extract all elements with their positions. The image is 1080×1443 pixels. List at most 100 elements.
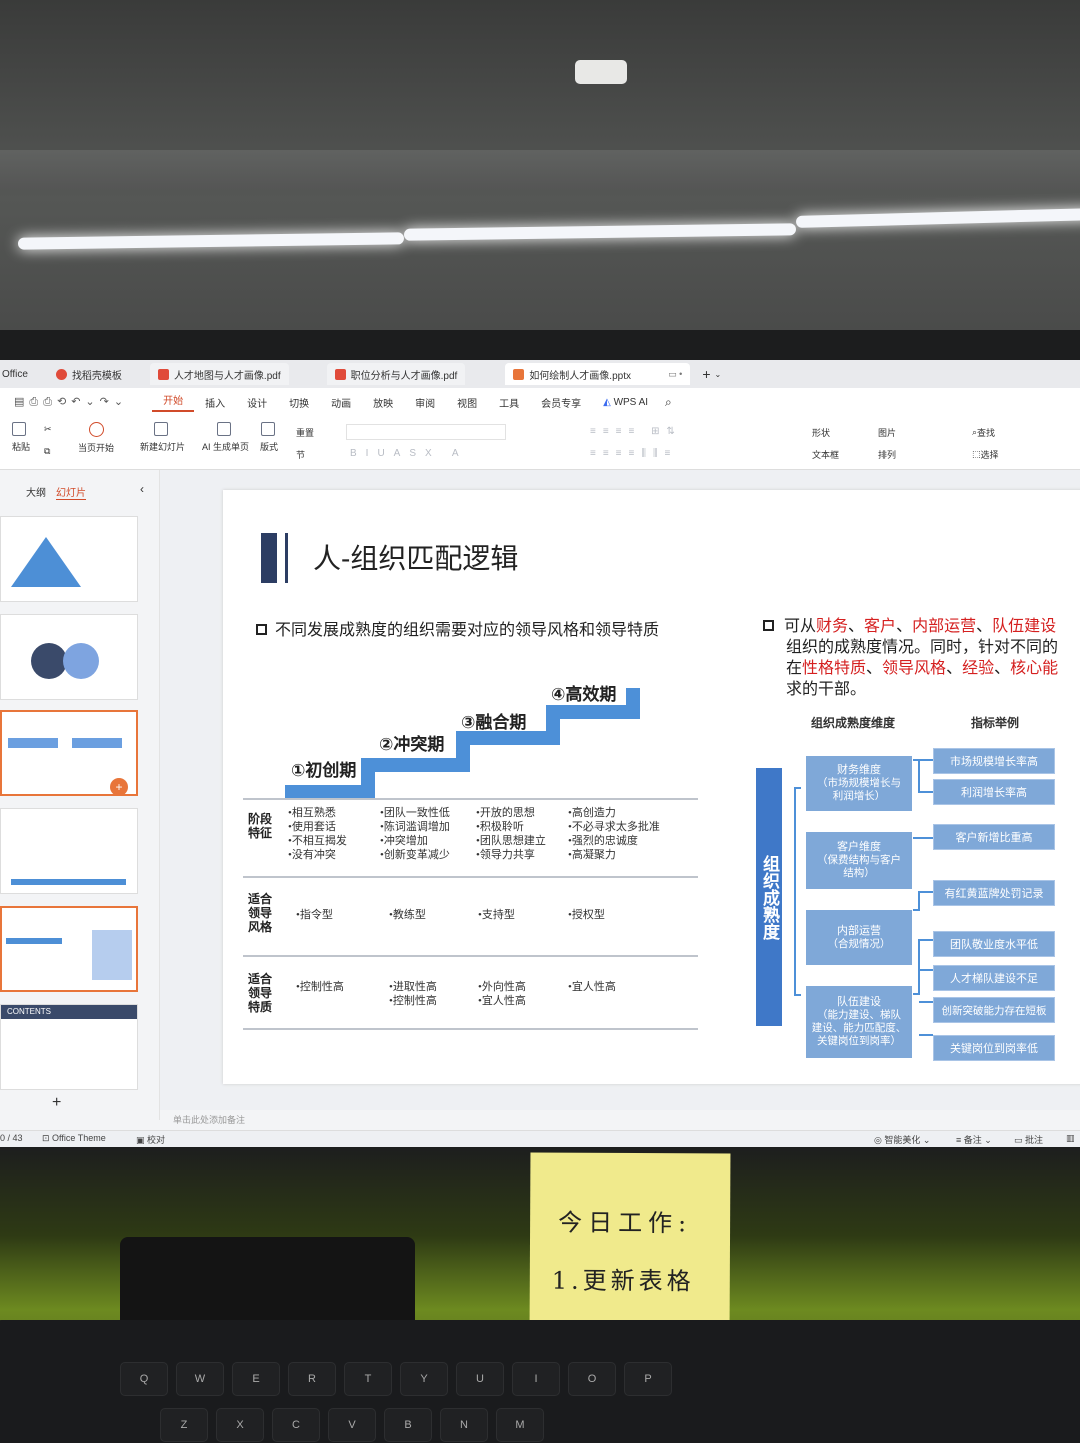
ai-single-page-button[interactable]: AI 生成单页 [202, 422, 249, 453]
tab-template[interactable]: 找稻壳模板 [48, 363, 130, 385]
heading-text: 、 [848, 618, 865, 635]
slide-thumbnail[interactable]: + [0, 710, 138, 796]
picture-button[interactable]: 图片 [878, 426, 896, 439]
beautify-button[interactable]: ◎ 智能美化 ⌄ [874, 1133, 930, 1146]
layout-button[interactable]: 版式 [260, 422, 278, 453]
wps-ai-icon: ◭ [603, 396, 611, 408]
thumb-header: CONTENTS [1, 1005, 137, 1019]
pdf-icon [157, 368, 169, 380]
chevron-down-icon[interactable]: ⌄ [715, 370, 722, 379]
slide-thumbnail[interactable] [0, 516, 138, 602]
proofread-button[interactable]: ▣ 校对 [136, 1133, 165, 1146]
keyboard-key: O [568, 1362, 616, 1396]
menu-review[interactable]: 审阅 [404, 395, 446, 410]
ceiling-duct [0, 150, 1080, 190]
add-slide-icon[interactable]: + [110, 778, 128, 794]
keyboard-key: Y [400, 1362, 448, 1396]
slide-thumbnail-current[interactable] [0, 906, 138, 992]
select-button[interactable]: ⬚ 选择 [972, 448, 999, 461]
table-cell: •控制性高 [296, 981, 344, 993]
proofread-icon: ▣ [136, 1135, 148, 1145]
tab-slides[interactable]: 幻灯片 [56, 484, 86, 500]
theme-icon: ⊡ [42, 1133, 53, 1143]
stage-label-2: ②冲突期 [379, 735, 445, 754]
arrange-button[interactable]: 排列 [878, 448, 896, 461]
title-accent-bar [261, 533, 277, 583]
keyboard-key: I [512, 1362, 560, 1396]
page-indicator: 0 / 43 [0, 1133, 23, 1143]
font-style-buttons[interactable]: BIUASX A [350, 448, 468, 459]
pdf-icon [334, 368, 346, 380]
notes-field[interactable]: 单击此处添加备注 [160, 1110, 1080, 1130]
new-slide-button[interactable]: 新建幻灯片 [140, 422, 185, 453]
column-head-indicator: 指标举例 [971, 716, 1020, 730]
sticky-note: 今日工作: 1.更新表格 2.拜人招人 [529, 1152, 731, 1334]
play-from-current-button[interactable]: 当页开始 [78, 422, 114, 454]
comments-button[interactable]: ▭ 批注 [1014, 1133, 1043, 1146]
status-bar: 0 / 43 ⊡ Office Theme ▣ 校对 ◎ 智能美化 ⌄ ≡ 备注… [0, 1130, 1080, 1147]
keyboard-key: Z [160, 1408, 208, 1442]
indicator-box: 关键岗位到岗率低 [933, 1035, 1055, 1061]
tab-office[interactable]: Office [0, 363, 36, 385]
highlight-text: 性格特质 [802, 660, 867, 677]
keyboard-key: E [232, 1362, 280, 1396]
font-name-select[interactable] [346, 424, 506, 440]
textbox-button[interactable]: 文本框 [812, 448, 839, 461]
keyboard-key: T [344, 1362, 392, 1396]
menu-animation[interactable]: 动画 [320, 395, 362, 410]
theme-label[interactable]: ⊡ Office Theme [42, 1133, 106, 1144]
menu-slideshow[interactable]: 放映 [362, 395, 404, 410]
tab-pdf-job-analysis[interactable]: 职位分析与人才画像.pdf [326, 363, 466, 385]
stage-label-3: ③融合期 [461, 713, 527, 732]
paste-button[interactable]: 粘贴 [12, 422, 30, 453]
menu-view[interactable]: 视图 [446, 395, 488, 410]
normal-view-icon[interactable]: ▥ [1066, 1133, 1075, 1144]
slide-thumbnail[interactable] [0, 808, 138, 894]
tab-pdf-talent-map[interactable]: 人才地图与人才画像.pdf [149, 363, 289, 385]
menu-transition[interactable]: 切换 [278, 395, 320, 410]
menu-home[interactable]: 开始 [152, 392, 195, 412]
docer-icon [55, 368, 67, 380]
menu-wps-ai[interactable]: ◭ WPS AI [592, 397, 659, 408]
tab-monitor-icon[interactable]: ▭ • [668, 369, 682, 380]
table-divider [243, 876, 698, 878]
ribbon-toolbar: 粘贴 ✂ ⧉ 当页开始 新建幻灯片 AI 生成单页 版式 重置 节 BIUASX… [0, 416, 1080, 470]
section-button[interactable]: 节 [296, 448, 305, 461]
add-slide-icon[interactable]: + [52, 1094, 61, 1112]
slide-thumbnail[interactable]: CONTENTS [0, 1004, 138, 1090]
table-cell: •开放的思想 •积极聆听 •团队思想建立 •领导力共享 [476, 807, 546, 861]
table-cell: •团队一致性低 •陈词滥调增加 •冲突增加 •创新变革减少 [380, 807, 450, 861]
slide-thumbnail[interactable] [0, 614, 138, 700]
paragraph-buttons[interactable]: ≡≡≡≡ ⊞⇅ [590, 426, 682, 437]
new-tab-icon[interactable]: + [702, 366, 710, 382]
ceiling [0, 0, 1080, 330]
dimension-box-finance: 财务维度 （市场规模增长与 利润增长） [806, 756, 912, 811]
play-icon [88, 422, 104, 437]
paste-icon [12, 422, 26, 436]
find-button[interactable]: ⌕ 查找 [972, 426, 995, 439]
tab-outline[interactable]: 大纲 [26, 484, 46, 500]
keyboard-key: U [456, 1362, 504, 1396]
menu-tools[interactable]: 工具 [488, 395, 530, 410]
tab-pptx-active[interactable]: 如何绘制人才画像.pptx ▭ • [505, 363, 691, 385]
current-slide[interactable]: 人-组织匹配逻辑 不同发展成熟度的组织需要对应的领导风格和领导特质 ①初创期 ②… [223, 490, 1080, 1084]
menu-design[interactable]: 设计 [236, 395, 278, 410]
shape-button[interactable]: 形状 [812, 426, 830, 439]
menu-membership[interactable]: 会员专享 [530, 395, 592, 410]
cut-icon[interactable]: ✂ [44, 424, 52, 435]
keyboard-key: Q [120, 1362, 168, 1396]
highlight-text: 财务 [816, 618, 849, 635]
menu-insert[interactable]: 插入 [194, 395, 236, 410]
reset-button[interactable]: 重置 [296, 426, 314, 439]
search-icon[interactable]: ⌕ [665, 395, 672, 410]
thumb-bar [11, 879, 126, 885]
quick-access-icons[interactable]: ▤⎙⎙⟲↶⌄↷⌄ [0, 395, 152, 409]
stage-label-1: ①初创期 [291, 761, 357, 780]
align-buttons[interactable]: ≡≡≡≡⫼⫼≡ [590, 448, 677, 459]
collapse-panel-icon[interactable]: ‹ [140, 482, 144, 496]
table-cell: •进取性高 •控制性高 [389, 981, 437, 1007]
notes-button[interactable]: ≡ 备注 ⌄ [956, 1133, 992, 1146]
indicator-box: 利润增长率高 [933, 779, 1055, 805]
copy-icon[interactable]: ⧉ [44, 446, 50, 457]
slide-editing-area: 人-组织匹配逻辑 不同发展成熟度的组织需要对应的领导风格和领导特质 ①初创期 ②… [160, 470, 1080, 1110]
